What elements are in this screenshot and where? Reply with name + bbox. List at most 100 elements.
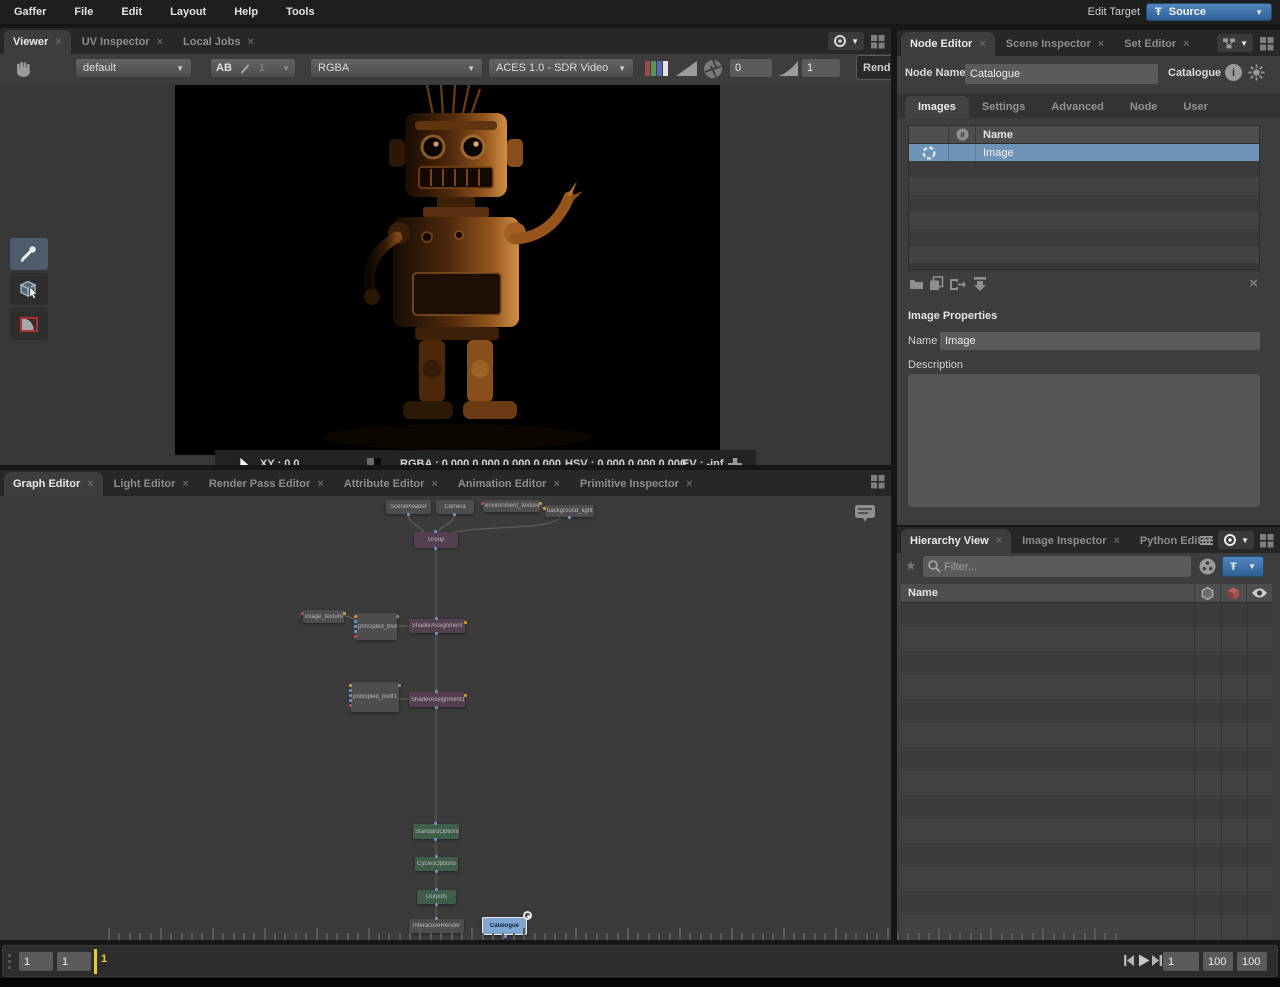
ramp-icon[interactable] [676,61,697,76]
image-row-selected[interactable]: Image [909,144,1259,161]
viewer-focus-menu-button[interactable]: ▼ [828,32,864,50]
table-row-empty[interactable] [909,246,1259,263]
tab-primitive-inspector[interactable]: Primitive Inspector× [571,472,701,496]
image-description-textarea[interactable] [908,374,1260,507]
unexpanded-column[interactable] [1220,584,1246,602]
remove-image-icon[interactable]: × [1249,275,1258,292]
visibility-column[interactable] [1246,584,1272,602]
graph-node-shaderassignment1[interactable]: ShaderAssignment1 [409,692,465,707]
table-row-empty[interactable] [901,843,1272,867]
tab-viewer[interactable]: Viewer× [4,30,71,54]
close-icon[interactable]: × [87,479,93,490]
close-icon[interactable]: × [996,536,1002,547]
table-row-empty[interactable] [901,819,1272,843]
info-icon[interactable]: i [1225,64,1242,81]
menu-gaffer[interactable]: Gaffer [0,0,60,24]
layout-grid-icon[interactable] [870,34,885,49]
viewer-camera-select[interactable]: default ▼ [75,58,192,78]
frame-input[interactable] [1163,952,1199,971]
node-name-input[interactable] [965,64,1158,84]
current-frame-input[interactable] [57,952,91,971]
table-row-empty[interactable] [901,651,1272,675]
section-tab-user[interactable]: User [1170,96,1220,118]
table-row-empty[interactable] [901,675,1272,699]
close-icon[interactable]: × [55,37,61,48]
menu-layout[interactable]: Layout [156,0,220,24]
close-icon[interactable]: × [1183,39,1189,50]
tab-attribute-editor[interactable]: Attribute Editor× [335,472,447,496]
section-tab-settings[interactable]: Settings [969,96,1038,118]
range-start-input[interactable] [19,952,53,971]
layout-grid-icon[interactable] [1259,533,1274,548]
color-picker-tool-button[interactable] [10,238,48,270]
graph-node-environment_texture[interactable]: environment_texture [483,500,540,512]
close-icon[interactable]: × [247,37,253,48]
ab-compare-button[interactable]: AB [216,62,232,74]
tab-render-pass-editor[interactable]: Render Pass Editor× [200,472,333,496]
table-row-empty[interactable] [901,699,1272,723]
tab-local-jobs[interactable]: Local Jobs× [174,30,263,54]
color-bars-icon[interactable] [645,60,669,77]
filter-search-box[interactable] [923,556,1191,577]
drag-handle[interactable] [8,954,11,970]
table-row-empty[interactable] [901,747,1272,771]
close-icon[interactable]: × [553,479,559,490]
render-button[interactable]: Render [856,55,891,80]
layout-grid-icon[interactable] [1259,36,1274,51]
duplicate-icon[interactable] [929,276,944,291]
tab-scene-inspector[interactable]: Scene Inspector× [997,32,1113,56]
graph-canvas[interactable]: SceneReaderCameraenvironment_textureback… [0,496,891,940]
star-icon[interactable]: ★ [905,558,917,574]
section-tab-images[interactable]: Images [905,96,969,118]
close-icon[interactable]: × [317,479,323,490]
tab-graph-editor[interactable]: Graph Editor× [4,472,103,496]
section-tab-node[interactable]: Node [1117,96,1171,118]
crop-window-tool-button[interactable] [10,308,48,340]
gear-icon[interactable] [1248,64,1265,81]
tab-hierarchy-view[interactable]: Hierarchy View× [901,529,1011,553]
graph-node-shaderassignment[interactable]: ShaderAssignment [409,619,465,633]
graph-node-image_texture[interactable]: image_texture [303,610,344,623]
tab-uv-inspector[interactable]: UV Inspector× [73,30,172,54]
pencil-icon[interactable] [239,62,252,75]
graph-node-group[interactable]: Group [414,532,458,548]
exposure-input[interactable] [730,59,772,77]
close-icon[interactable]: × [182,479,188,490]
graph-node-interactiverender[interactable]: InteractiveRender [409,919,464,933]
scene-end-input[interactable] [1237,952,1267,971]
new-image-icon[interactable] [909,276,924,290]
gamma-icon[interactable] [778,61,798,76]
table-row-empty[interactable] [909,212,1259,229]
processed-column[interactable] [1194,584,1220,602]
tab-image-inspector[interactable]: Image Inspector× [1013,529,1129,553]
tab-node-editor[interactable]: Node Editor× [901,32,995,56]
table-row-empty[interactable] [909,229,1259,246]
table-row-empty[interactable] [909,195,1259,212]
graph-node-outputs[interactable]: Outputs [417,890,456,904]
menu-edit[interactable]: Edit [107,0,156,24]
table-row-empty[interactable] [901,867,1272,891]
viewer-channels-select[interactable]: RGBA ▼ [310,58,483,78]
graph-node-principled_bsdf1[interactable]: principled_bsdf1 [351,682,399,712]
skip-to-end-icon[interactable] [1151,954,1163,967]
table-row-empty[interactable] [901,915,1272,939]
tab-animation-editor[interactable]: Animation Editor× [449,472,569,496]
hierarchy-target-dropdown[interactable]: Ŧ ▼ [1222,556,1264,577]
skip-to-start-icon[interactable] [1123,954,1135,967]
annotation-bubble-icon[interactable] [854,504,876,523]
table-row-empty[interactable] [901,771,1272,795]
layout-grid-icon[interactable] [870,474,885,489]
range-end-input[interactable] [1203,952,1233,971]
close-icon[interactable]: × [157,37,163,48]
graph-node-standardoptions[interactable]: StandardOptions [413,824,459,839]
extract-icon[interactable] [973,276,987,291]
close-icon[interactable]: × [979,39,985,50]
table-row-empty[interactable] [901,603,1272,627]
close-icon[interactable]: × [686,479,692,490]
hierarchy-focus-menu-button[interactable]: ▼ [1218,531,1254,549]
gamma-input[interactable] [802,59,840,77]
table-row-empty[interactable] [901,795,1272,819]
graph-node-camera[interactable]: Camera [436,500,474,514]
graph-node-catalogue[interactable]: Catalogue [482,917,527,935]
aperture-icon[interactable] [702,58,724,80]
